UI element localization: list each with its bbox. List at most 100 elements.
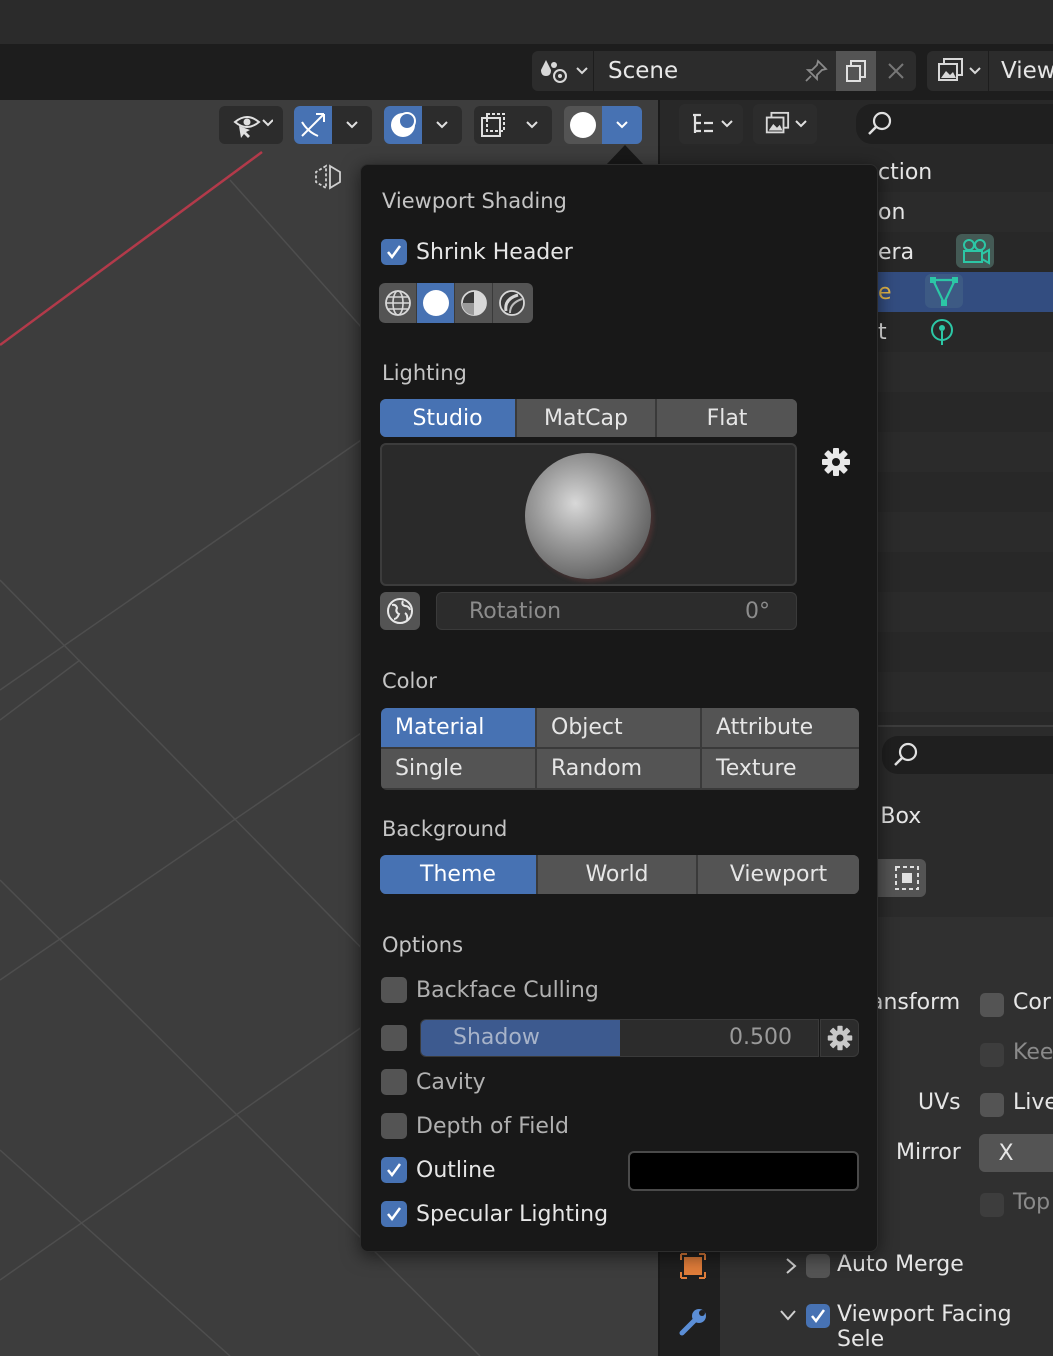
- keep-checkbox[interactable]: [980, 1043, 1004, 1067]
- specular-lighting-label: Specular Lighting: [416, 1201, 609, 1227]
- chevron-right-icon[interactable]: [784, 1256, 798, 1276]
- mirror-label: Mirror: [896, 1140, 961, 1165]
- backface-culling-label: Backface Culling: [416, 977, 599, 1003]
- properties-search-input[interactable]: [882, 736, 1053, 774]
- topology-label: Top: [1013, 1190, 1051, 1215]
- topology-checkbox[interactable]: [980, 1193, 1004, 1217]
- color-object-option[interactable]: Object: [537, 708, 700, 747]
- top-bar: [0, 0, 1053, 44]
- rotation-slider[interactable]: Rotation 0°: [436, 592, 797, 630]
- viewport-shading-popover: Viewport Shading Shrink Header Lighting …: [360, 164, 878, 1252]
- new-scene-icon[interactable]: [836, 51, 876, 91]
- viewport-facing-checkbox[interactable]: [806, 1304, 830, 1328]
- eye-pointer-icon: [233, 116, 273, 138]
- wrench-icon[interactable]: [678, 1305, 710, 1337]
- cavity-label: Cavity: [416, 1069, 486, 1095]
- color-attribute-option[interactable]: Attribute: [702, 708, 859, 747]
- rotation-value: 0°: [745, 598, 770, 624]
- color-texture-option[interactable]: Texture: [702, 749, 859, 788]
- backface-culling-checkbox[interactable]: [381, 977, 407, 1003]
- shrink-header-checkbox[interactable]: [381, 239, 407, 265]
- studio-light-preview[interactable]: [380, 443, 797, 586]
- close-icon[interactable]: [876, 51, 916, 91]
- scene-name[interactable]: Scene: [594, 58, 796, 84]
- camera-data-icon[interactable]: [956, 234, 994, 268]
- search-icon: [894, 742, 918, 766]
- mirror-x-icon[interactable]: [312, 162, 344, 192]
- chevron-down-icon: [436, 121, 448, 129]
- material-preview-button[interactable]: [455, 283, 493, 323]
- uvs-label: UVs: [918, 1090, 961, 1115]
- mesh-data-icon[interactable]: [925, 274, 963, 308]
- object-visibility-button[interactable]: [219, 106, 283, 144]
- popover-title: Viewport Shading: [382, 189, 567, 213]
- shadow-option: Shadow 0.500: [381, 1019, 859, 1057]
- chevron-down-icon[interactable]: [778, 1308, 798, 1322]
- lighting-section-title: Lighting: [382, 361, 467, 385]
- light-data-icon[interactable]: [927, 317, 957, 347]
- chevron-down-icon: [795, 120, 807, 128]
- view-layer-name[interactable]: View: [989, 58, 1053, 84]
- rendered-shading-button[interactable]: [493, 283, 531, 323]
- background-theme-option[interactable]: Theme: [380, 855, 538, 894]
- cavity-option[interactable]: Cavity: [381, 1068, 486, 1096]
- color-material-option[interactable]: Material: [381, 708, 535, 747]
- outliner-row-label: on: [878, 200, 906, 225]
- color-single-option[interactable]: Single: [381, 749, 535, 788]
- pin-icon[interactable]: [796, 51, 836, 91]
- gear-icon: [827, 1025, 852, 1051]
- shadow-checkbox[interactable]: [381, 1025, 407, 1051]
- depth-of-field-checkbox[interactable]: [381, 1113, 407, 1139]
- auto-merge-label: Auto Merge: [837, 1252, 964, 1277]
- shadow-slider[interactable]: Shadow 0.500: [420, 1019, 819, 1057]
- transform-label: ansform: [870, 990, 961, 1015]
- scene-type-button[interactable]: [532, 51, 594, 91]
- chevron-down-icon: [616, 121, 628, 129]
- mirror-x-toggle[interactable]: X: [979, 1134, 1053, 1172]
- overlay-toggle-button[interactable]: [384, 106, 462, 144]
- cavity-checkbox[interactable]: [381, 1069, 407, 1095]
- correct-face-checkbox[interactable]: [980, 993, 1004, 1017]
- xray-toggle-button[interactable]: [474, 106, 552, 144]
- color-random-option[interactable]: Random: [537, 749, 700, 788]
- display-mode-button[interactable]: [679, 104, 743, 144]
- scene-selector[interactable]: Scene: [532, 51, 916, 91]
- shadow-label: Shadow: [453, 1025, 540, 1050]
- backface-culling-option[interactable]: Backface Culling: [381, 976, 599, 1004]
- viewport-facing-label: Viewport Facing Sele: [837, 1302, 1012, 1352]
- gear-icon[interactable]: [820, 446, 852, 478]
- outline-label: Outline: [416, 1157, 496, 1183]
- specular-lighting-option[interactable]: Specular Lighting: [381, 1200, 608, 1228]
- view-layer-selector[interactable]: View: [927, 51, 1053, 91]
- lighting-matcap-option[interactable]: MatCap: [517, 399, 657, 437]
- background-viewport-option[interactable]: Viewport: [698, 855, 859, 894]
- material-preview-icon: [460, 290, 487, 316]
- wireframe-shading-button[interactable]: [379, 283, 417, 323]
- filter-button[interactable]: [753, 104, 817, 144]
- object-properties-icon[interactable]: [678, 1251, 708, 1281]
- shadow-value: 0.500: [729, 1025, 792, 1050]
- background-world-option[interactable]: World: [538, 855, 698, 894]
- lighting-flat-option[interactable]: Flat: [657, 399, 797, 437]
- gizmo-toggle-button[interactable]: [294, 106, 372, 144]
- live-unwrap-checkbox[interactable]: [980, 1093, 1004, 1117]
- solid-shading-button[interactable]: [417, 283, 455, 323]
- outliner-icon: [693, 113, 713, 133]
- view-layer-type-button[interactable]: [927, 51, 989, 91]
- shadow-settings-button[interactable]: [820, 1019, 859, 1057]
- popover-arrow: [606, 145, 644, 165]
- outline-checkbox[interactable]: [381, 1157, 407, 1183]
- outline-color-swatch[interactable]: [628, 1151, 859, 1191]
- world-space-lighting-button[interactable]: [380, 592, 420, 630]
- shading-mode-selector: [379, 283, 533, 323]
- outline-option[interactable]: Outline: [381, 1156, 496, 1184]
- shading-popover-button[interactable]: [564, 106, 642, 144]
- depth-of-field-label: Depth of Field: [416, 1113, 569, 1139]
- chevron-down-icon: [346, 121, 358, 129]
- specular-lighting-checkbox[interactable]: [381, 1201, 407, 1227]
- auto-merge-checkbox[interactable]: [806, 1254, 830, 1278]
- depth-of-field-option[interactable]: Depth of Field: [381, 1112, 569, 1140]
- shrink-header-option[interactable]: Shrink Header: [381, 238, 573, 266]
- outliner-search-input[interactable]: [856, 104, 1053, 144]
- lighting-studio-option[interactable]: Studio: [380, 399, 517, 437]
